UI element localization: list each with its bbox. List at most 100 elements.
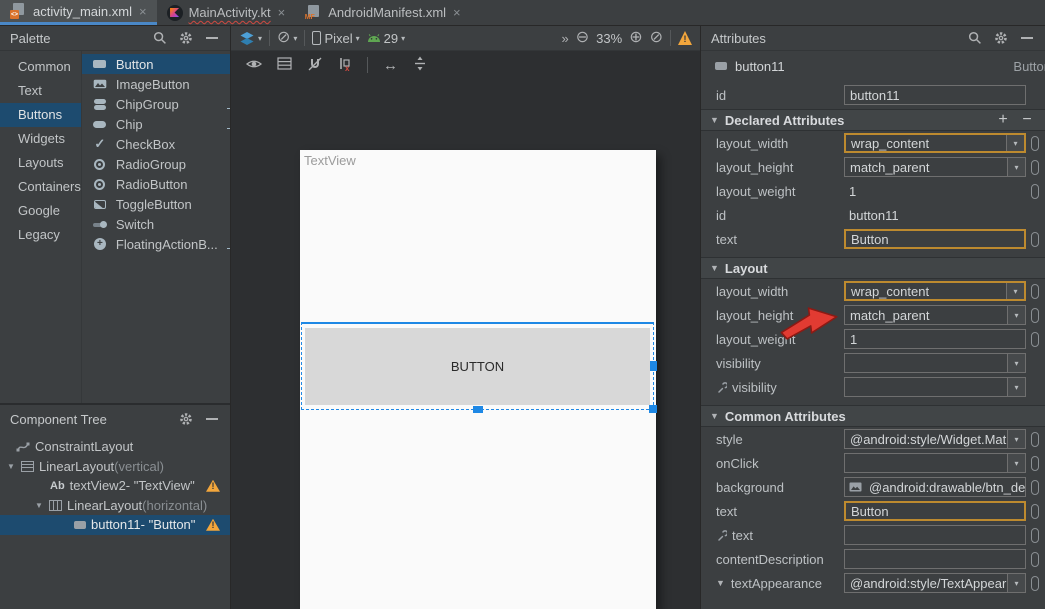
text-field[interactable]: Button xyxy=(844,501,1026,521)
tools-attribute-pill-icon[interactable] xyxy=(1031,232,1039,247)
palette-item-imagebutton[interactable]: ImageButton xyxy=(82,74,230,94)
tools-attribute-pill-icon[interactable] xyxy=(1031,504,1039,519)
style-dropdown[interactable]: @android:style/Widget.Mat▾ xyxy=(844,429,1026,449)
tools-attribute-pill-icon[interactable] xyxy=(1031,432,1039,447)
resize-handle-corner[interactable] xyxy=(649,405,657,413)
visibility-dropdown[interactable]: ▾ xyxy=(844,353,1026,373)
palette-item-radiobutton[interactable]: RadioButton xyxy=(82,174,230,194)
tools-text-field[interactable] xyxy=(844,525,1026,545)
toolbar-overflow-button[interactable]: » xyxy=(562,31,569,46)
palette-category-text[interactable]: Text xyxy=(0,79,81,103)
orientation-selector[interactable]: ⊘ ▾ xyxy=(277,30,297,46)
tab-activity-main-xml[interactable]: <> activity_main.xml × xyxy=(0,0,157,25)
tools-attribute-pill-icon[interactable] xyxy=(1031,284,1039,299)
minimize-icon[interactable] xyxy=(1019,30,1035,46)
blueprint-grid-icon[interactable] xyxy=(277,57,292,73)
background-field[interactable]: @android:drawable/btn_defau xyxy=(844,477,1026,497)
close-tab-icon[interactable]: × xyxy=(277,6,287,19)
layout-width-dropdown[interactable]: wrap_content▾ xyxy=(844,133,1026,153)
tools-attribute-pill-icon[interactable] xyxy=(1031,528,1039,543)
pack-distribute-icon[interactable] xyxy=(413,56,427,74)
palette-item-floatingactionbutton[interactable]: + FloatingActionB... ↓ xyxy=(82,234,230,254)
palette-item-radiogroup[interactable]: RadioGroup xyxy=(82,154,230,174)
tree-item-constraintlayout[interactable]: ConstraintLayout xyxy=(0,437,230,457)
tools-visibility-dropdown[interactable]: ▾ xyxy=(844,377,1026,397)
id-input[interactable] xyxy=(844,85,1026,105)
tools-attribute-pill-icon[interactable] xyxy=(1031,480,1039,495)
zoom-in-button[interactable]: ⊕ xyxy=(629,30,642,46)
palette-category-layouts[interactable]: Layouts xyxy=(0,151,81,175)
canvas-selection-box[interactable]: BUTTON xyxy=(301,322,654,410)
clear-constraints-icon[interactable]: x xyxy=(338,56,352,74)
palette-item-togglebutton[interactable]: ToggleButton xyxy=(82,194,230,214)
design-mode-selector[interactable]: ▾ xyxy=(239,31,262,46)
palette-category-containers[interactable]: Containers xyxy=(0,175,81,199)
zoom-to-fit-button[interactable]: ⊘ xyxy=(650,30,663,46)
search-icon[interactable] xyxy=(152,30,168,46)
palette-item-chipgroup[interactable]: ChipGroup ↓ xyxy=(82,94,230,114)
expand-arrow-icon[interactable]: ▼ xyxy=(6,462,16,471)
layout-weight-field[interactable]: 1 xyxy=(844,329,1026,349)
add-attribute-button[interactable]: + xyxy=(994,112,1012,128)
tools-attribute-pill-icon[interactable] xyxy=(1031,456,1039,471)
palette-item-chip[interactable]: Chip ↓ xyxy=(82,114,230,134)
palette-category-google[interactable]: Google xyxy=(0,199,81,223)
minimize-icon[interactable] xyxy=(204,411,220,427)
zoom-out-button[interactable]: ⊖ xyxy=(576,30,589,46)
section-common-attributes[interactable]: ▼ Common Attributes xyxy=(701,405,1045,427)
tools-attribute-pill-icon[interactable] xyxy=(1031,552,1039,567)
gear-icon[interactable] xyxy=(993,30,1009,46)
close-tab-icon[interactable]: × xyxy=(138,5,148,18)
tab-androidmanifest-xml[interactable]: MF AndroidManifest.xml × xyxy=(295,0,470,25)
palette-item-switch[interactable]: Switch xyxy=(82,214,230,234)
close-tab-icon[interactable]: × xyxy=(452,6,462,19)
resize-handle-bottom[interactable] xyxy=(473,406,483,413)
textappearance-dropdown[interactable]: @android:style/TextAppear▾ xyxy=(844,573,1026,593)
gear-icon[interactable] xyxy=(178,30,194,46)
device-canvas[interactable]: TextView BUTTON xyxy=(300,150,656,609)
layout-weight-value[interactable]: 1 xyxy=(844,184,856,199)
tab-mainactivity-kt[interactable]: MainActivity.kt × xyxy=(157,0,296,25)
palette-category-common[interactable]: Common xyxy=(0,55,81,79)
palette-item-checkbox[interactable]: ✓ CheckBox xyxy=(82,134,230,154)
palette-item-button[interactable]: Button xyxy=(82,54,230,74)
canvas-textview[interactable]: TextView xyxy=(304,153,356,168)
expand-arrow-icon[interactable]: ▼ xyxy=(716,578,725,588)
tree-item-button11[interactable]: button11- "Button" ! xyxy=(0,515,230,535)
gear-icon[interactable] xyxy=(178,411,194,427)
palette-category-buttons[interactable]: Buttons xyxy=(0,103,81,127)
layout-height-dropdown[interactable]: match_parent▾ xyxy=(844,305,1026,325)
text-field[interactable]: Button xyxy=(844,229,1026,249)
tools-attribute-pill-icon[interactable] xyxy=(1031,576,1039,591)
minimize-icon[interactable] xyxy=(204,30,220,46)
section-layout[interactable]: ▼ Layout xyxy=(701,257,1045,279)
warning-icon[interactable]: ! xyxy=(206,480,220,492)
tree-item-linearlayout-vertical[interactable]: ▼ LinearLayout(vertical) xyxy=(0,457,230,477)
tree-item-textview2[interactable]: Ab textView2- "TextView" ! xyxy=(0,476,230,496)
preview-eye-icon[interactable] xyxy=(246,58,262,73)
canvas-button[interactable]: BUTTON xyxy=(305,328,650,405)
default-margins-icon[interactable]: ↔ xyxy=(383,57,398,74)
search-icon[interactable] xyxy=(967,30,983,46)
contentdescription-field[interactable] xyxy=(844,549,1026,569)
tools-attribute-pill-icon[interactable] xyxy=(1031,332,1039,347)
id-value[interactable]: button11 xyxy=(844,208,899,223)
tree-item-linearlayout-horizontal[interactable]: ▼ LinearLayout(horizontal) xyxy=(0,496,230,516)
tools-attribute-pill-icon[interactable] xyxy=(1031,136,1039,151)
device-selector[interactable]: Pixel ▾ xyxy=(312,31,359,46)
autoconnect-off-magnet-icon[interactable] xyxy=(307,56,323,75)
expand-arrow-icon[interactable]: ▼ xyxy=(34,501,44,510)
layout-width-dropdown[interactable]: wrap_content▾ xyxy=(844,281,1026,301)
palette-category-widgets[interactable]: Widgets xyxy=(0,127,81,151)
warnings-button[interactable]: ! xyxy=(678,31,692,45)
remove-attribute-button[interactable]: − xyxy=(1018,112,1036,128)
palette-category-legacy[interactable]: Legacy xyxy=(0,223,81,247)
resize-handle-right[interactable] xyxy=(650,361,657,371)
layout-height-dropdown[interactable]: match_parent▾ xyxy=(844,157,1026,177)
warning-icon[interactable]: ! xyxy=(206,519,220,531)
tools-attribute-pill-icon[interactable] xyxy=(1031,160,1039,175)
tools-attribute-pill-icon[interactable] xyxy=(1031,184,1039,199)
tools-attribute-pill-icon[interactable] xyxy=(1031,308,1039,323)
onclick-dropdown[interactable]: ▾ xyxy=(844,453,1026,473)
api-level-selector[interactable]: 29 ▾ xyxy=(367,31,405,46)
